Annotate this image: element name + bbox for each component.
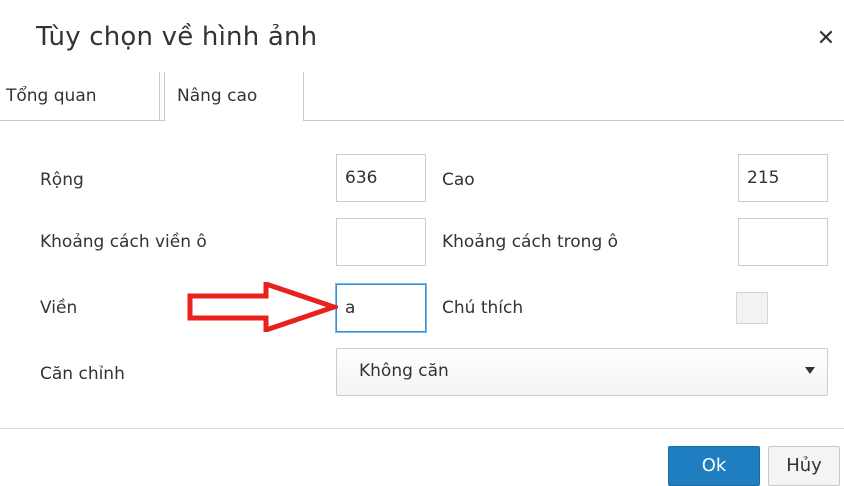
chevron-down-icon xyxy=(805,367,815,374)
width-input[interactable] xyxy=(336,154,426,202)
width-label: Rộng xyxy=(40,170,84,190)
close-icon[interactable]: ✕ xyxy=(816,28,836,50)
ok-button[interactable]: Ok xyxy=(668,446,760,486)
caption-label: Chú thích xyxy=(442,298,524,318)
red-arrow-annotation xyxy=(187,282,338,332)
vspace-input[interactable] xyxy=(738,218,828,266)
vspace-label: Khoảng cách trong ô xyxy=(442,232,619,252)
align-select[interactable]: Không căn xyxy=(336,348,828,396)
height-input[interactable] xyxy=(738,154,828,202)
hspace-input[interactable] xyxy=(336,218,426,266)
tab-bar: Tổng quan Nâng cao xyxy=(0,72,844,121)
tab-advanced[interactable]: Nâng cao xyxy=(164,72,304,121)
height-label: Cao xyxy=(442,170,475,190)
caption-checkbox[interactable] xyxy=(736,292,768,324)
cancel-button[interactable]: Hủy xyxy=(768,446,840,486)
image-options-dialog: Tùy chọn về hình ảnh ✕ Tổng quan Nâng ca… xyxy=(0,0,844,486)
border-input[interactable] xyxy=(336,284,426,332)
dialog-title: Tùy chọn về hình ảnh xyxy=(36,22,318,52)
hspace-label: Khoảng cách viền ô xyxy=(40,232,207,252)
border-label: Viền xyxy=(40,298,78,318)
tab-general[interactable]: Tổng quan xyxy=(0,72,160,120)
align-label: Căn chỉnh xyxy=(40,364,125,384)
footer-divider xyxy=(0,428,844,429)
align-select-value: Không căn xyxy=(359,361,449,381)
